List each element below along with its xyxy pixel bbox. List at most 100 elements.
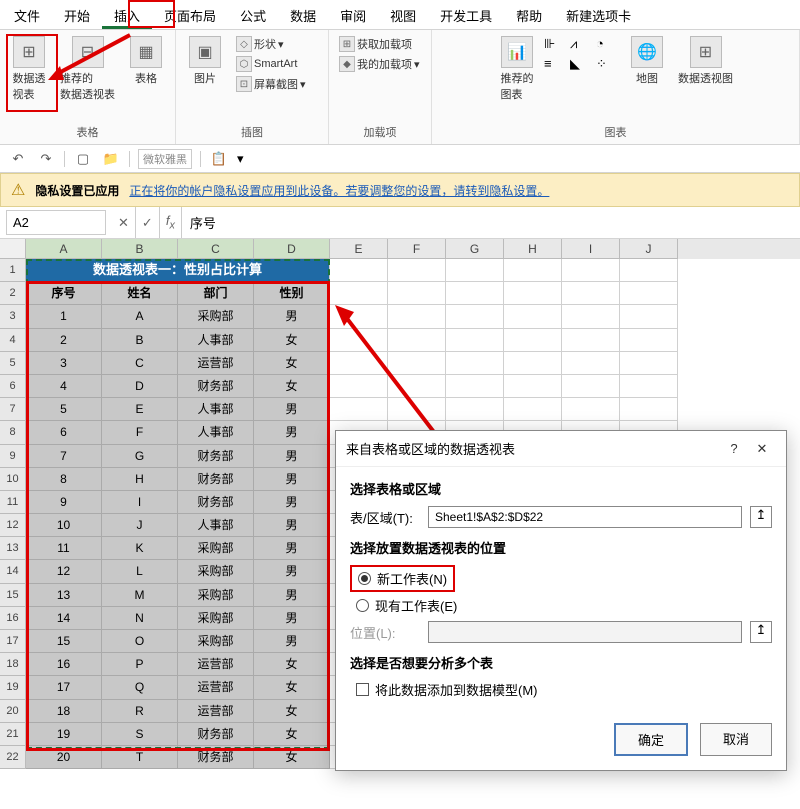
- cell[interactable]: 女: [254, 746, 330, 769]
- cell[interactable]: 5: [26, 398, 102, 421]
- col-header-G[interactable]: G: [446, 239, 504, 259]
- cell[interactable]: 19: [26, 723, 102, 746]
- radio-new-sheet[interactable]: [358, 572, 371, 585]
- smartart-button[interactable]: ⬡SmartArt: [232, 54, 322, 74]
- fx-icon[interactable]: fx: [160, 207, 182, 238]
- cell[interactable]: J: [102, 514, 178, 537]
- cell[interactable]: [620, 259, 678, 282]
- cell[interactable]: [330, 398, 388, 421]
- cell[interactable]: 采购部: [178, 630, 254, 653]
- cell[interactable]: 采购部: [178, 560, 254, 583]
- get-addins-button[interactable]: ⊞获取加载项: [335, 34, 425, 54]
- cell[interactable]: C: [102, 352, 178, 375]
- cell[interactable]: Q: [102, 676, 178, 699]
- hbar-chart-icon[interactable]: ≡: [544, 56, 566, 74]
- shapes-button[interactable]: ◇形状▾: [232, 34, 322, 54]
- cell[interactable]: 7: [26, 445, 102, 468]
- formula-input[interactable]: [182, 211, 800, 234]
- cell[interactable]: 采购部: [178, 305, 254, 328]
- cell[interactable]: 男: [254, 398, 330, 421]
- cell[interactable]: [620, 375, 678, 398]
- cell[interactable]: 财务部: [178, 746, 254, 769]
- cell[interactable]: [504, 398, 562, 421]
- map-button[interactable]: 🌐地图: [624, 34, 670, 88]
- cell[interactable]: N: [102, 607, 178, 630]
- cell[interactable]: [446, 375, 504, 398]
- recommended-pivot-button[interactable]: ⊟推荐的 数据透视表: [56, 34, 119, 104]
- new-button[interactable]: ▢: [73, 149, 93, 169]
- paste-button[interactable]: 📋: [209, 149, 229, 169]
- col-header-F[interactable]: F: [388, 239, 446, 259]
- cell[interactable]: 12: [26, 560, 102, 583]
- cell[interactable]: [330, 305, 388, 328]
- menu-开发工具[interactable]: 开发工具: [428, 0, 504, 29]
- cell[interactable]: 男: [254, 468, 330, 491]
- cell[interactable]: T: [102, 746, 178, 769]
- row-header[interactable]: 9: [0, 445, 26, 468]
- cell[interactable]: 人事部: [178, 398, 254, 421]
- row-header[interactable]: 18: [0, 653, 26, 676]
- cell[interactable]: [504, 352, 562, 375]
- cell[interactable]: 人事部: [178, 329, 254, 352]
- font-name-display[interactable]: 微软雅黑: [138, 149, 192, 169]
- cell[interactable]: [504, 305, 562, 328]
- cell[interactable]: H: [102, 468, 178, 491]
- redo-button[interactable]: ↷: [36, 149, 56, 169]
- help-button[interactable]: ?: [720, 441, 748, 456]
- row-header[interactable]: 12: [0, 514, 26, 537]
- row-header[interactable]: 21: [0, 723, 26, 746]
- ok-button[interactable]: 确定: [614, 723, 688, 756]
- col-header-B[interactable]: B: [102, 239, 178, 259]
- cell[interactable]: 人事部: [178, 514, 254, 537]
- menu-公式[interactable]: 公式: [228, 0, 278, 29]
- cell[interactable]: 采购部: [178, 607, 254, 630]
- cell[interactable]: [388, 352, 446, 375]
- row-header[interactable]: 7: [0, 398, 26, 421]
- row-header[interactable]: 2: [0, 282, 26, 305]
- col-header-D[interactable]: D: [254, 239, 330, 259]
- cell[interactable]: I: [102, 491, 178, 514]
- range-picker-button[interactable]: ↥: [750, 506, 772, 528]
- row-header[interactable]: 22: [0, 746, 26, 769]
- table-header[interactable]: [330, 282, 388, 305]
- cell[interactable]: 男: [254, 491, 330, 514]
- cell[interactable]: 16: [26, 653, 102, 676]
- cell[interactable]: [562, 259, 620, 282]
- cell[interactable]: [620, 305, 678, 328]
- cell[interactable]: 4: [26, 375, 102, 398]
- cell[interactable]: F: [102, 421, 178, 444]
- cell[interactable]: D: [102, 375, 178, 398]
- cancel-button[interactable]: 取消: [700, 723, 772, 756]
- cell[interactable]: 女: [254, 375, 330, 398]
- cell[interactable]: 女: [254, 352, 330, 375]
- cell[interactable]: [446, 305, 504, 328]
- col-header-H[interactable]: H: [504, 239, 562, 259]
- pivot-table-button[interactable]: ⊞数据透 视表: [6, 34, 52, 104]
- scatter-chart-icon[interactable]: ⁘: [596, 56, 618, 74]
- cell[interactable]: 1: [26, 305, 102, 328]
- menu-新建选项卡[interactable]: 新建选项卡: [554, 0, 643, 29]
- col-header-E[interactable]: E: [330, 239, 388, 259]
- undo-button[interactable]: ↶: [8, 149, 28, 169]
- line-chart-icon[interactable]: ⩘: [570, 36, 592, 54]
- menu-开始[interactable]: 开始: [52, 0, 102, 29]
- cell[interactable]: [330, 352, 388, 375]
- row-header[interactable]: 5: [0, 352, 26, 375]
- picture-button[interactable]: ▣图片: [182, 34, 228, 88]
- cell[interactable]: 14: [26, 607, 102, 630]
- table-header[interactable]: [446, 282, 504, 305]
- cell[interactable]: 11: [26, 537, 102, 560]
- menu-文件[interactable]: 文件: [2, 0, 52, 29]
- checkbox-data-model[interactable]: [356, 683, 369, 696]
- cell[interactable]: [446, 329, 504, 352]
- cell[interactable]: 财务部: [178, 723, 254, 746]
- row-header[interactable]: 10: [0, 468, 26, 491]
- row-header[interactable]: 3: [0, 305, 26, 328]
- cell[interactable]: G: [102, 445, 178, 468]
- cell[interactable]: [388, 305, 446, 328]
- cell[interactable]: B: [102, 329, 178, 352]
- cell[interactable]: [562, 305, 620, 328]
- cell[interactable]: 财务部: [178, 445, 254, 468]
- cell[interactable]: 财务部: [178, 375, 254, 398]
- cell[interactable]: 8: [26, 468, 102, 491]
